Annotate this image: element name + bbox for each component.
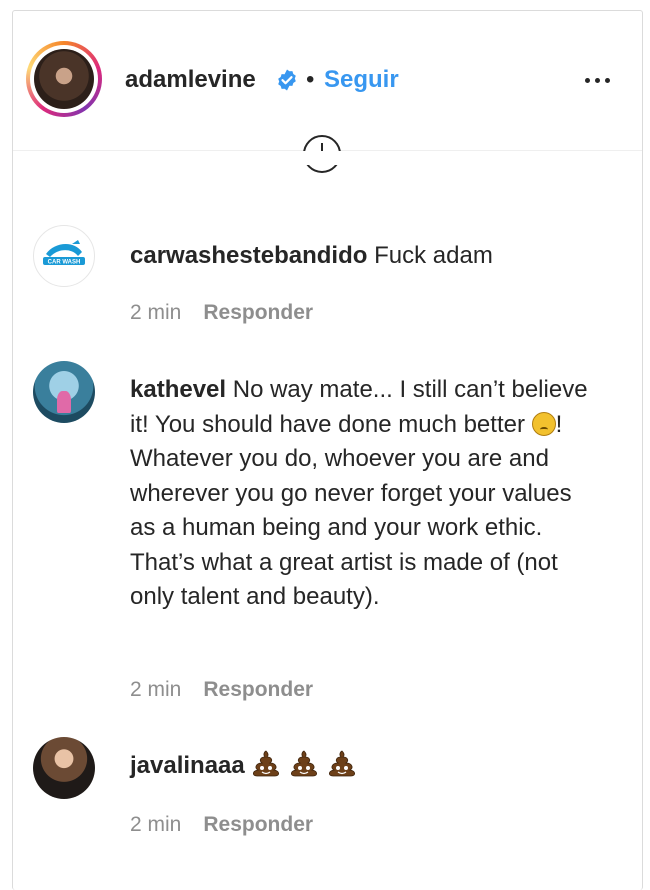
comment-time[interactable]: 2 min <box>130 678 181 701</box>
car-wash-logo-icon: CAR WASH <box>43 240 85 266</box>
avatar[interactable] <box>33 361 95 423</box>
comment-meta: 2 min Responder <box>130 678 313 702</box>
reply-button[interactable]: Responder <box>203 678 313 701</box>
separator-dot: • <box>306 66 315 93</box>
comment-username[interactable]: kathevel <box>130 376 226 403</box>
comment-text: carwashestebandido Fuck adam <box>130 239 600 274</box>
comment-username[interactable]: carwashestebandido <box>130 242 367 269</box>
pile-of-poo-icon <box>253 750 280 777</box>
reply-button[interactable]: Responder <box>203 301 313 324</box>
comment-time[interactable]: 2 min <box>130 813 181 836</box>
more-options-icon[interactable] <box>583 70 613 90</box>
reply-button[interactable]: Responder <box>203 813 313 836</box>
pile-of-poo-icon <box>329 750 356 777</box>
comment-username[interactable]: javalinaaa <box>130 752 245 779</box>
post-author-username[interactable]: adamlevine <box>125 66 256 94</box>
comment-text: kathevel No way mate... I still can’t be… <box>130 373 600 615</box>
avatar-ring-gap <box>30 45 98 113</box>
verified-badge-icon <box>278 69 296 91</box>
post-header: adamlevine • Seguir <box>13 11 642 151</box>
comment-content-continued: ! Whatever you do, whoever you are and w… <box>130 410 572 611</box>
avatar-story-ring[interactable] <box>26 41 102 117</box>
comment-meta: 2 min Responder <box>130 813 313 837</box>
comments-panel: adamlevine • Seguir CAR WASH carwasheste… <box>12 10 643 890</box>
avatar[interactable] <box>33 737 95 799</box>
comment-text: javalinaaa <box>130 749 600 784</box>
comment-meta: 2 min Responder <box>130 301 313 325</box>
comment-time[interactable]: 2 min <box>130 301 181 324</box>
pile-of-poo-icon <box>291 750 318 777</box>
header-divider-mask <box>13 151 642 165</box>
follow-button[interactable]: Seguir <box>324 66 399 94</box>
avatar <box>34 49 94 109</box>
logo-text: CAR WASH <box>48 260 81 266</box>
comment-content: Fuck adam <box>374 242 493 269</box>
avatar[interactable]: CAR WASH <box>33 225 95 287</box>
avatar-figure <box>57 391 71 413</box>
disappointed-face-icon <box>531 411 556 436</box>
